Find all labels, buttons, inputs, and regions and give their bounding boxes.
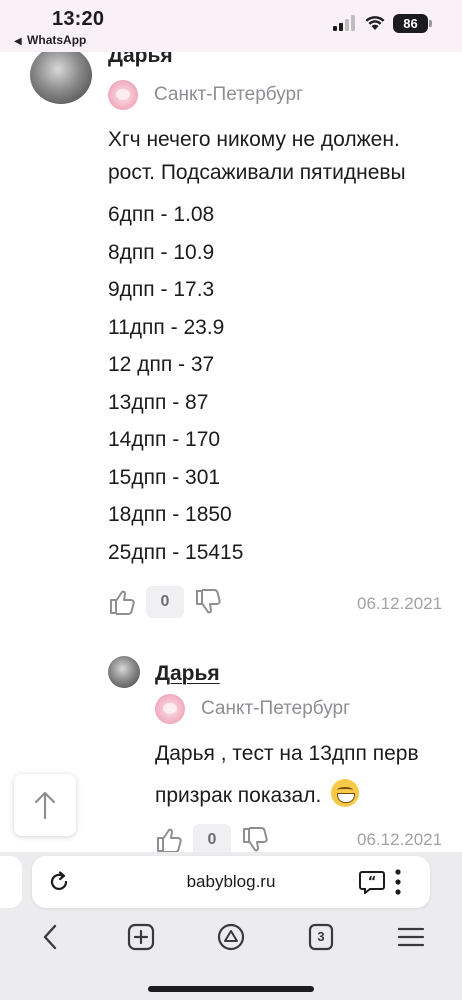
- author-location: Санкт-Петербург: [155, 694, 350, 724]
- comment-reactions: 0: [155, 824, 269, 852]
- browser-bottom-nav: 3: [0, 916, 462, 960]
- home-triangle-icon[interactable]: [216, 922, 246, 952]
- city-badge-icon: [155, 694, 185, 724]
- browser-toolbar: babyblog.ru “ 3: [0, 852, 462, 1000]
- more-vertical-icon[interactable]: [394, 868, 402, 896]
- comment-date: 06.12.2021: [357, 594, 443, 613]
- thumbs-up-icon[interactable]: [108, 588, 136, 616]
- hcg-values-list: 6дпп - 1.08 8дпп - 10.9 9дпп - 17.3 11дп…: [108, 196, 243, 571]
- list-item: 6дпп - 1.08: [108, 203, 215, 226]
- quote-bubble-icon[interactable]: “: [359, 870, 385, 894]
- city-name: Санкт-Петербург: [154, 84, 304, 105]
- city-name: Санкт-Петербург: [201, 698, 351, 719]
- scroll-to-top-button[interactable]: [14, 774, 76, 836]
- back-to-app-link[interactable]: ◀ WhatsApp: [14, 33, 86, 47]
- comment-text-line: рост. Подсаживали пятидневы: [108, 161, 406, 184]
- home-indicator: [148, 986, 314, 992]
- comment-text-line: призрак показал.: [155, 779, 360, 808]
- list-item: 8дпп - 10.9: [108, 240, 215, 264]
- list-item: 15дпп - 301: [108, 465, 221, 489]
- avatar[interactable]: [30, 52, 92, 104]
- status-bar: 13:20 ◀ WhatsApp 86: [0, 0, 462, 52]
- list-item: 9дпп - 17.3: [108, 278, 215, 301]
- likes-count: 0: [193, 824, 231, 852]
- thumbs-up-icon[interactable]: [155, 826, 183, 852]
- page-content[interactable]: Дарья Санкт-Петербург Хгч нечего никому …: [0, 52, 462, 852]
- back-triangle-icon: ◀: [14, 36, 22, 47]
- thumbs-down-icon[interactable]: [194, 588, 222, 616]
- address-bar[interactable]: babyblog.ru “: [32, 856, 430, 908]
- tabs-count: 3: [317, 929, 325, 944]
- comment-text: призрак показал.: [155, 784, 322, 807]
- back-app-label: WhatsApp: [27, 33, 87, 47]
- author-location: Санкт-Петербург: [108, 80, 303, 110]
- list-item: 25дпп - 15415: [108, 540, 244, 564]
- previous-tab-preview[interactable]: [0, 856, 22, 908]
- status-time: 13:20: [52, 8, 105, 30]
- cellular-signal-icon: [333, 15, 355, 31]
- comment-text-line: Дарья , тест на 13дпп перв: [155, 742, 419, 765]
- likes-count: 0: [146, 586, 184, 618]
- comment-author[interactable]: Дарья: [108, 52, 173, 68]
- battery-nub: [429, 20, 432, 27]
- list-item: 11дпп - 23.9: [108, 315, 225, 339]
- list-item: 12 дпп - 37: [108, 353, 215, 376]
- tabs-button[interactable]: 3: [306, 922, 336, 952]
- hamburger-icon[interactable]: [396, 922, 426, 952]
- arrow-up-icon: [34, 791, 56, 820]
- svg-text:“: “: [368, 875, 377, 890]
- list-item: 14дпп - 170: [108, 428, 221, 451]
- comment-author[interactable]: Дарья: [155, 662, 220, 686]
- list-item: 13дпп - 87: [108, 390, 209, 414]
- comment-reactions: 0: [108, 586, 222, 618]
- plus-square-icon[interactable]: [126, 922, 156, 952]
- battery-indicator: 86: [393, 14, 428, 33]
- city-badge-icon: [108, 80, 138, 110]
- comment-text-line: Хгч нечего никому не должен.: [108, 128, 400, 151]
- chevron-left-icon[interactable]: [36, 922, 66, 952]
- grinning-face-emoji-icon: [331, 779, 360, 807]
- wifi-icon: [365, 16, 385, 30]
- avatar[interactable]: [108, 656, 140, 688]
- list-item: 18дпп - 1850: [108, 503, 232, 526]
- comment-date: 06.12.2021: [357, 830, 443, 849]
- thumbs-down-icon[interactable]: [241, 826, 269, 852]
